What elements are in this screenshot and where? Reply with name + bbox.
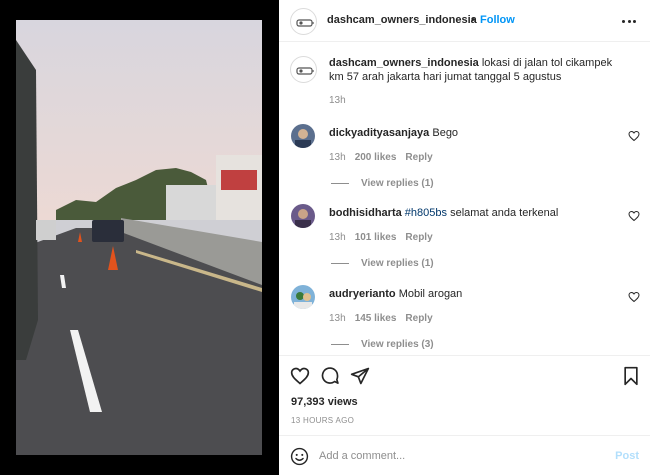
comment-text: dickyadityasanjaya Bego	[329, 127, 458, 139]
caption-username[interactable]: dashcam_owners_indonesia	[329, 57, 479, 69]
view-replies-button[interactable]: View replies (1)	[331, 178, 434, 189]
reply-button[interactable]: Reply	[405, 232, 432, 243]
dashcam-video[interactable]	[16, 20, 262, 455]
more-options-icon[interactable]	[620, 12, 638, 30]
avatar-photo	[291, 124, 315, 148]
like-heart-icon[interactable]	[628, 130, 640, 142]
replies-divider	[331, 344, 349, 345]
reply-button[interactable]: Reply	[405, 152, 432, 163]
view-replies-label: View replies (3)	[361, 339, 434, 350]
video-frame	[16, 20, 262, 455]
avatar-photo	[291, 285, 315, 309]
post-comment-button[interactable]: Post	[615, 450, 639, 462]
view-replies-button[interactable]: View replies (1)	[331, 258, 434, 269]
comment-meta: 13h 101 likes Reply	[329, 232, 433, 243]
comment-icon[interactable]	[320, 366, 340, 386]
comment-username[interactable]: bodhisidharta	[329, 207, 402, 219]
save-bookmark-icon[interactable]	[621, 366, 641, 386]
emoji-icon[interactable]	[290, 447, 309, 466]
avatar-photo	[291, 204, 315, 228]
dashcam-logo-icon	[296, 19, 314, 27]
media-panel	[0, 0, 279, 475]
comment-likes[interactable]: 101 likes	[355, 232, 397, 243]
comment-item: dickyadityasanjaya Bego 13h 200 likes Re…	[279, 124, 650, 204]
account-avatar[interactable]	[290, 8, 317, 35]
comment-hashtag[interactable]: #h805bs	[405, 207, 447, 219]
comment-username[interactable]: audryerianto	[329, 288, 396, 300]
view-replies-label: View replies (1)	[361, 258, 434, 269]
like-heart-icon[interactable]	[628, 210, 640, 222]
post-header: dashcam_owners_indonesia • Follow	[279, 0, 650, 42]
caption-text: dashcam_owners_indonesia lokasi di jalan…	[329, 56, 629, 84]
commenter-avatar[interactable]	[291, 204, 315, 228]
comment-time: 13h	[329, 232, 346, 243]
dashcam-logo-icon	[296, 67, 314, 75]
reply-button[interactable]: Reply	[405, 313, 432, 324]
comment-item: audryerianto Mobil arogan 13h 145 likes …	[279, 285, 650, 365]
header-username[interactable]: dashcam_owners_indonesia	[327, 14, 477, 26]
comment-input[interactable]	[319, 448, 599, 464]
post-panel: dashcam_owners_indonesia • Follow dashca…	[279, 0, 650, 475]
comment-text: audryerianto Mobil arogan	[329, 288, 462, 300]
replies-divider	[331, 263, 349, 264]
like-icon[interactable]	[290, 366, 310, 386]
comment-username[interactable]: dickyadityasanjaya	[329, 127, 429, 139]
comment-body: Bego	[432, 127, 459, 139]
replies-divider	[331, 183, 349, 184]
comment-body: Mobil arogan	[398, 288, 463, 300]
caption-avatar[interactable]	[290, 56, 317, 83]
comment-meta: 13h 145 likes Reply	[329, 313, 433, 324]
like-heart-icon[interactable]	[628, 291, 640, 303]
comment-body: selamat anda terkenal	[450, 207, 559, 219]
view-replies-label: View replies (1)	[361, 178, 434, 189]
view-replies-button[interactable]: View replies (3)	[331, 339, 434, 350]
comment-text: bodhisidharta #h805bs selamat anda terke…	[329, 207, 558, 219]
comment-likes[interactable]: 145 likes	[355, 313, 397, 324]
comment-time: 13h	[329, 313, 346, 324]
view-count[interactable]: 97,393 views	[291, 396, 358, 408]
follow-button[interactable]: Follow	[480, 14, 515, 26]
post-actions: 97,393 views 13 HOURS AGO	[279, 355, 650, 435]
commenter-avatar[interactable]	[291, 124, 315, 148]
comment-time: 13h	[329, 152, 346, 163]
commenter-avatar[interactable]	[291, 285, 315, 309]
comment-item: bodhisidharta #h805bs selamat anda terke…	[279, 204, 650, 284]
share-icon[interactable]	[350, 366, 370, 386]
caption-timestamp: 13h	[329, 95, 346, 106]
comment-meta: 13h 200 likes Reply	[329, 152, 433, 163]
comment-likes[interactable]: 200 likes	[355, 152, 397, 163]
add-comment-bar: Post	[279, 435, 650, 475]
separator-dot: •	[471, 14, 475, 26]
post-timestamp: 13 HOURS AGO	[291, 416, 355, 425]
